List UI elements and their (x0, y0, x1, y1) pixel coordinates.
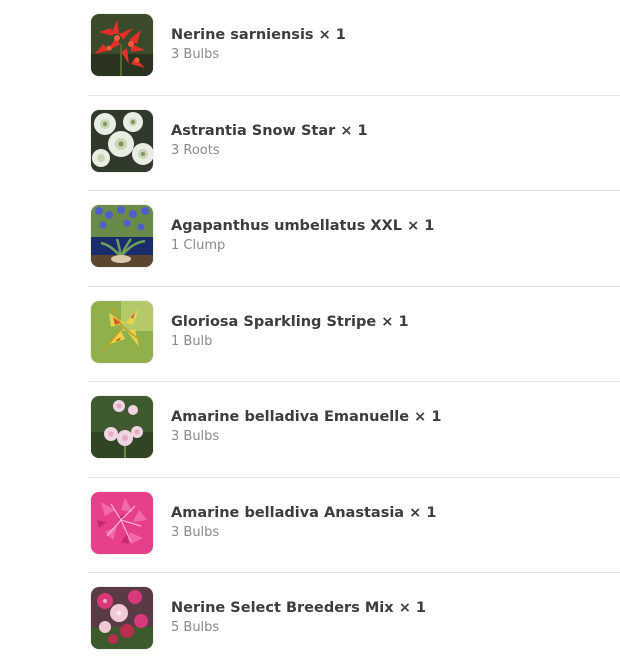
product-quantity: × 1 (407, 218, 435, 234)
amarine-emanuelle-image (91, 396, 153, 458)
product-name: Nerine sarniensis (171, 27, 314, 43)
product-thumbnail[interactable] (91, 396, 153, 458)
product-thumbnail[interactable] (91, 205, 153, 267)
product-thumbnail[interactable] (91, 14, 153, 76)
product-detail: 3 Bulbs (171, 429, 220, 444)
product-name: Nerine Select Breeders Mix (171, 600, 394, 616)
product-thumbnail[interactable] (91, 300, 153, 363)
product-title: Agapanthus umbellatus XXL × 1 (171, 217, 434, 235)
product-quantity: × 1 (409, 504, 437, 521)
list-item[interactable]: Gloriosa Sparkling Stripe × 1 1 Bulb (88, 287, 620, 382)
product-detail: 3 Bulbs (171, 524, 220, 540)
astrantia-snow-star-image (91, 109, 153, 172)
agapanthus-umbellatus-image (91, 205, 153, 267)
product-detail: 5 Bulbs (171, 620, 220, 635)
nerine-sarniensis-image (91, 14, 153, 76)
product-quantity: × 1 (318, 27, 346, 43)
product-name: Amarine belladiva Emanuelle (171, 409, 410, 425)
list-item[interactable]: Nerine Select Breeders Mix × 1 5 Bulbs (88, 573, 620, 669)
product-detail: 1 Bulb (171, 333, 213, 349)
cart-item-list: Nerine sarniensis × 1 3 Bulbs Astrantia … (88, 0, 620, 669)
product-quantity: × 1 (381, 313, 409, 330)
list-item[interactable]: Amarine belladiva Emanuelle × 1 3 Bulbs (88, 382, 620, 478)
product-name: Amarine belladiva Anastasia (171, 504, 405, 521)
product-detail: 3 Roots (171, 142, 220, 158)
product-name: Gloriosa Sparkling Stripe (171, 313, 377, 330)
product-quantity: × 1 (414, 409, 442, 425)
list-item[interactable]: Nerine sarniensis × 1 3 Bulbs (88, 0, 620, 96)
product-quantity: × 1 (398, 600, 426, 616)
nerine-breeders-mix-image (91, 587, 153, 649)
product-title: Nerine Select Breeders Mix × 1 (171, 599, 426, 617)
product-title: Astrantia Snow Star × 1 (171, 122, 368, 140)
product-thumbnail[interactable] (91, 587, 153, 649)
list-item[interactable]: Amarine belladiva Anastasia × 1 3 Bulbs (88, 478, 620, 573)
product-title: Amarine belladiva Emanuelle × 1 (171, 408, 441, 426)
product-thumbnail[interactable] (91, 109, 153, 172)
product-name: Astrantia Snow Star (171, 122, 336, 139)
product-name: Agapanthus umbellatus XXL (171, 218, 403, 234)
product-quantity: × 1 (340, 122, 368, 139)
product-title: Nerine sarniensis × 1 (171, 26, 346, 44)
list-item[interactable]: Agapanthus umbellatus XXL × 1 1 Clump (88, 191, 620, 287)
product-thumbnail[interactable] (91, 491, 153, 554)
product-detail: 3 Bulbs (171, 47, 220, 62)
amarine-anastasia-image (91, 491, 153, 554)
list-item[interactable]: Astrantia Snow Star × 1 3 Roots (88, 96, 620, 191)
product-title: Amarine belladiva Anastasia × 1 (171, 504, 436, 522)
product-detail: 1 Clump (171, 238, 226, 253)
product-title: Gloriosa Sparkling Stripe × 1 (171, 313, 409, 331)
gloriosa-sparkling-stripe-image (91, 300, 153, 363)
